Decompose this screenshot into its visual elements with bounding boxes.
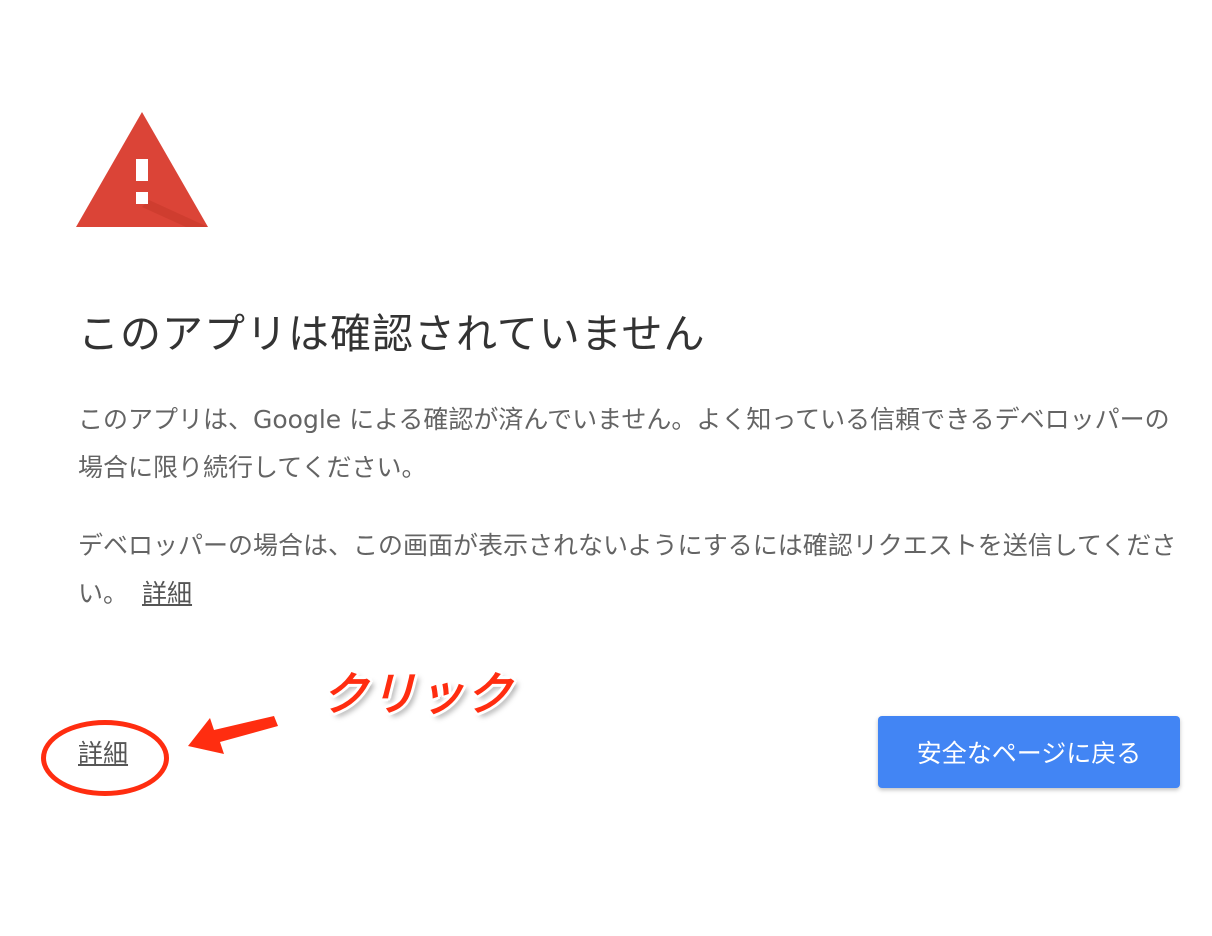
arrow-left-icon bbox=[188, 716, 278, 754]
back-to-safety-button[interactable]: 安全なページに戻る bbox=[878, 716, 1180, 788]
unverified-app-page: このアプリは確認されていません このアプリは、Google による確認が済んでい… bbox=[0, 0, 1212, 936]
click-highlight-ellipse bbox=[41, 720, 169, 796]
learn-more-link[interactable]: 詳細 bbox=[142, 579, 192, 608]
developer-instructions-text: デベロッパーの場合は、この画面が表示されないようにするには確認リクエストを送信し… bbox=[78, 531, 1177, 608]
warning-triangle-icon bbox=[76, 112, 208, 227]
click-annotation-label: クリック bbox=[322, 667, 514, 721]
page-title: このアプリは確認されていません bbox=[78, 310, 706, 358]
warning-description: このアプリは、Google による確認が済んでいません。よく知っている信頼できる… bbox=[78, 405, 1170, 482]
developer-instructions: デベロッパーの場合は、この画面が表示されないようにするには確認リクエストを送信し… bbox=[78, 522, 1178, 618]
